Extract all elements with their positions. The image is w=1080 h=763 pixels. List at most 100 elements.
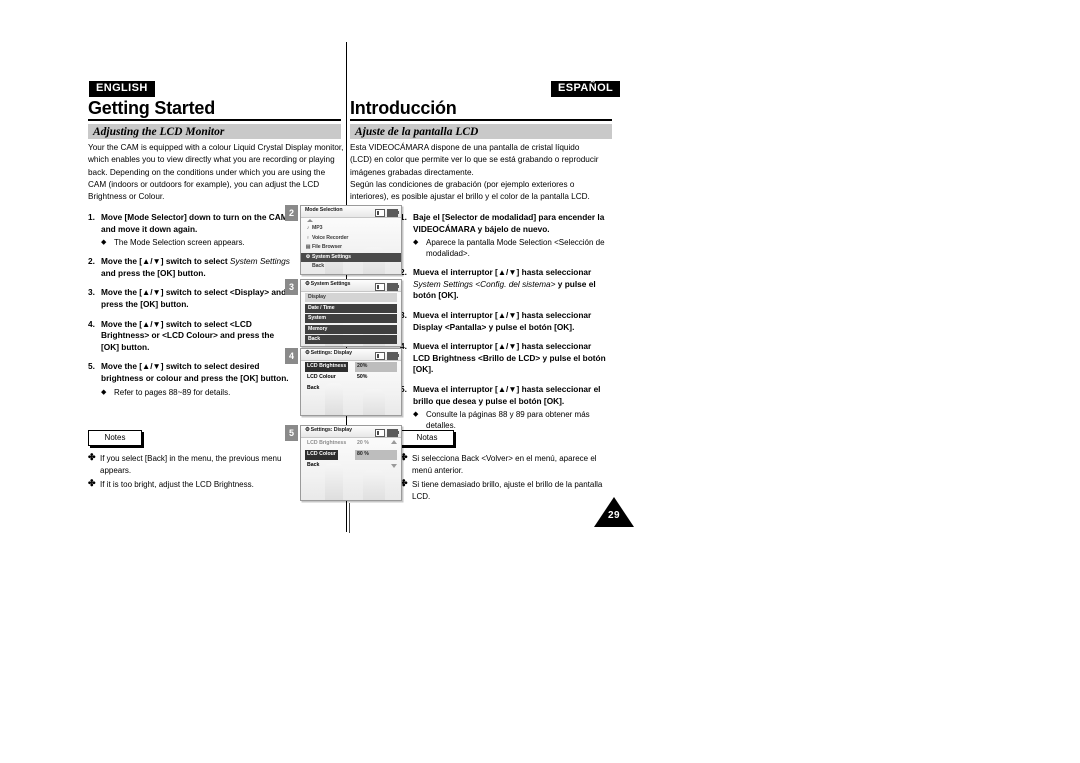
lcd-menu-item[interactable]: Back: [301, 262, 401, 272]
title-rule-english: [88, 119, 341, 121]
language-badge-spanish: ESPAÑOL: [551, 81, 621, 97]
notes-items-english: ✤ If you select [Back] in the menu, the p…: [88, 452, 303, 491]
step-item: 5. Mueva el interruptor [▲/▼] hasta selec…: [400, 384, 610, 431]
setting-label: LCD Brightness: [305, 362, 349, 372]
setting-label: LCD Colour: [307, 374, 336, 380]
lcd-title: ⚙Settings: Display: [305, 350, 352, 356]
lcd-screen: ⚙Settings: Display LCD Brightness 20% LCD C…: [300, 348, 402, 416]
step-text: Move [Mode Selector] down to turn on the…: [101, 212, 288, 234]
menu-item-label: MP3: [312, 225, 323, 231]
lcd-menu: Display Date / Time System Memory Back: [301, 292, 401, 344]
step-number: 4.: [88, 318, 95, 329]
step-text: Move the [▲/▼] switch to select <Display…: [101, 287, 287, 309]
chapter-title-spanish: Introducción: [350, 98, 457, 118]
step-item: 4. Mueva el interruptor [▲/▼] hasta selec…: [400, 341, 610, 376]
step-item: 1. Baje el [Selector de modalidad] para e…: [400, 212, 610, 259]
intro-line: Según las condiciones de grabación (por …: [350, 179, 575, 189]
menu-item-label: Back: [312, 263, 325, 269]
lcd-menu-item[interactable]: Date / Time: [305, 303, 397, 313]
lcd-setting-row[interactable]: LCD Colour 50%: [305, 373, 397, 383]
lcd-screen: Mode Selection ♪ MP3 ♀ Voice Recorder ▤ File B…: [300, 205, 402, 275]
scroll-up-icon[interactable]: [307, 219, 313, 222]
step-text: Baje el [Selector de modalidad] para enc…: [413, 212, 605, 234]
lcd-title: ⚙System Settings: [305, 281, 350, 287]
settings-gear-icon: ⚙: [305, 427, 310, 433]
note-item: ✤ Si selecciona Back <Volver> en el menú,…: [400, 452, 615, 476]
steps-list-english: 1. Move [Mode Selector] down to turn on t…: [88, 212, 293, 406]
lcd-menu: LCD Brightness 20% LCD Colour 50% Back: [301, 361, 401, 394]
lcd-titlebar: ⚙System Settings: [301, 280, 401, 292]
step-number: 5.: [88, 361, 95, 372]
intro-text-english: Your the CAM is equipped with a colour L…: [88, 143, 344, 202]
lcd-screen: ⚙Settings: Display LCD Brightness 20 % LCD …: [300, 425, 402, 501]
lcd-menu-item[interactable]: Display: [305, 293, 397, 302]
lcd-setting-row[interactable]: LCD Brightness 20 %: [305, 439, 397, 449]
lcd-status-icons: [375, 351, 399, 360]
step-text: Move the [▲/▼] switch to select <LCD Bri…: [101, 318, 275, 352]
lcd-body: LCD Brightness 20% LCD Colour 50% Back: [301, 361, 401, 415]
title-rule-spanish: [350, 119, 612, 121]
step-substep: ◆ The Mode Selection screen appears.: [101, 237, 293, 248]
substep-text: The Mode Selection screen appears.: [114, 238, 245, 248]
scroll-down-icon[interactable]: [391, 464, 397, 468]
lcd-menu-item[interactable]: ▤ File Browser: [301, 243, 401, 253]
step-number: 3.: [88, 287, 95, 298]
menu-item-label: System Settings: [312, 253, 351, 260]
step-substep: ◆ Consulte la páginas 88 y 89 para obtene…: [413, 409, 610, 431]
lcd-setting-row[interactable]: LCD Brightness 20%: [305, 362, 397, 372]
lcd-scroll-arrows[interactable]: [391, 440, 398, 468]
lcd-step-badge: 4: [285, 348, 298, 364]
lcd-setting-row[interactable]: Back: [305, 384, 397, 394]
intro-line: Esta VIDEOCÁMARA dispone de una pantalla…: [350, 143, 580, 152]
memory-card-icon: [375, 428, 385, 437]
lcd-step-badge: 2: [285, 205, 298, 221]
scroll-up-icon[interactable]: [391, 440, 397, 444]
lcd-menu-item[interactable]: ♀ Voice Recorder: [301, 234, 401, 244]
chapter-title-english: Getting Started: [88, 98, 216, 118]
step-text-post: and press the [OK] button.: [101, 267, 206, 278]
memory-card-icon: [375, 208, 385, 217]
page-number-text: 29: [607, 510, 621, 521]
step-item: 5. Move the [▲/▼] switch to select desire…: [88, 361, 293, 397]
lcd-menu-item[interactable]: Memory: [305, 324, 397, 334]
note-item: ✤ If you select [Back] in the menu, the p…: [88, 452, 303, 476]
note-text: Si selecciona Back <Volver> en el menú, …: [412, 454, 597, 475]
lcd-menu-item[interactable]: Back: [305, 335, 397, 344]
step-text: Mueva el interruptor [▲/▼] hasta selecci…: [413, 341, 606, 375]
step-text-emphasis: System Settings: [229, 256, 290, 267]
substep-text: Aparece la pantalla Mode Selection <Sele…: [426, 238, 605, 259]
notes-label-spanish: Notas: [400, 430, 454, 446]
step-text-pre: Mueva el interruptor [▲/▼] hasta selecci…: [413, 267, 592, 278]
lcd-setting-row[interactable]: Back: [305, 461, 397, 471]
step-number: 1.: [88, 212, 95, 222]
diamond-bullet-icon: ◆: [101, 388, 107, 396]
lcd-titlebar: ⚙Settings: Display: [301, 426, 401, 438]
battery-icon: [387, 282, 399, 291]
lcd-body: ♪ MP3 ♀ Voice Recorder ▤ File Browser ⚙ System …: [301, 218, 401, 274]
setting-value: 20 %: [357, 440, 369, 446]
lcd-screenshot-column: 2 Mode Selection ♪ MP3 ♀ Voice Recorder ▤ File …: [285, 205, 403, 533]
setting-label: Back: [307, 385, 320, 391]
step-substep: ◆ Refer to pages 88~89 for details.: [101, 387, 293, 398]
substep-text: Refer to pages 88~89 for details.: [114, 387, 231, 397]
note-item: ✤ Si tiene demasiado brillo, ajuste el br…: [400, 478, 615, 502]
lcd-setting-row[interactable]: LCD Colour 80 %: [305, 450, 397, 460]
note-bullet-icon: ✤: [88, 452, 96, 462]
lcd-titlebar: ⚙Settings: Display: [301, 349, 401, 361]
note-text: Si tiene demasiado brillo, ajuste el bri…: [412, 480, 603, 501]
lcd-title-text: Mode Selection: [305, 207, 343, 213]
menu-item-icon: ♀: [306, 234, 310, 241]
lcd-menu-item[interactable]: ♪ MP3: [301, 224, 401, 234]
setting-label: Back: [307, 462, 320, 468]
lcd-menu: ♪ MP3 ♀ Voice Recorder ▤ File Browser ⚙ System …: [301, 218, 401, 272]
manual-page: ENGLISH Getting Started Adjusting the LC…: [0, 0, 1080, 763]
lcd-menu-item[interactable]: ⚙ System Settings: [301, 252, 401, 262]
notes-items-spanish: ✤ Si selecciona Back <Volver> en el menú,…: [400, 452, 615, 502]
lcd-menu-item[interactable]: System: [305, 314, 397, 323]
intro-line: (LCD) en color que permite ver lo que se…: [350, 155, 599, 165]
setting-value: 50%: [357, 374, 368, 380]
lcd-title: ⚙Settings: Display: [305, 427, 352, 433]
memory-card-icon: [375, 282, 385, 291]
intro-paragraph-english: Your the CAM is equipped with a colour L…: [88, 142, 344, 203]
callout-connector-line: [349, 503, 350, 533]
